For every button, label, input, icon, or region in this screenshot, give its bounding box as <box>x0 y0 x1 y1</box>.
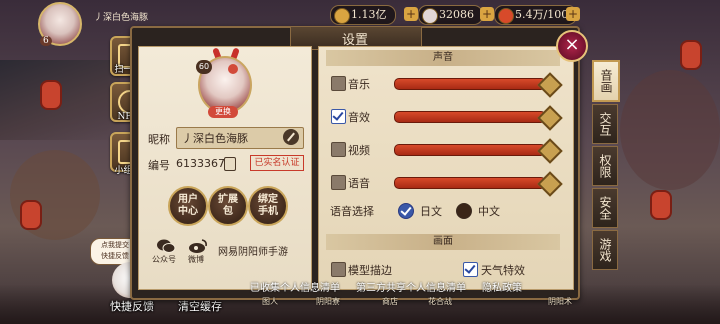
tab-security-label: 安全 <box>598 196 612 220</box>
nav-item[interactable]: 阴阳术 <box>548 296 572 307</box>
verified-badge: 已实名认证 <box>250 155 304 171</box>
voice-japanese-label: 日文 <box>420 205 442 218</box>
nav-item[interactable]: 花合战 <box>428 296 452 307</box>
top-status-bar: 6 丿深白色海豚 1.13亿 + 32086 + 5.4万/100 + <box>0 0 720 46</box>
tab-permissions-label: 权限 <box>598 154 612 178</box>
sfx-checkbox[interactable] <box>331 109 346 124</box>
lantern-icon <box>40 80 62 110</box>
tab-game-label: 游戏 <box>598 238 612 262</box>
bind-phone-button[interactable]: 绑定 手机 <box>248 186 288 226</box>
music-slider[interactable] <box>394 78 546 90</box>
tab-interaction-label: 交互 <box>598 112 612 136</box>
voice-chinese-label: 中文 <box>478 205 500 218</box>
change-avatar-button[interactable]: 更换 <box>208 106 238 118</box>
tab-security[interactable]: 安全 <box>592 188 618 228</box>
picture-section-header: 画面 <box>326 234 560 250</box>
coin-icon <box>498 8 514 24</box>
voice-chinese-radio[interactable] <box>456 203 472 219</box>
sfx-label: 音效 <box>348 111 370 124</box>
tab-interaction[interactable]: 交互 <box>592 104 618 144</box>
model-outline-label: 模型描边 <box>348 264 392 277</box>
jade-icon <box>422 8 438 24</box>
voice-label: 语音 <box>348 177 370 190</box>
edit-nickname-icon[interactable] <box>283 129 299 145</box>
id-value: 6133367 <box>176 157 225 170</box>
jade-counter: 32086 <box>418 5 483 25</box>
wechat-icon[interactable] <box>156 238 176 254</box>
netease-link[interactable]: 网易阴阳师手游 <box>218 243 288 258</box>
copy-id-icon[interactable] <box>224 157 236 171</box>
voice-select-label: 语音选择 <box>330 205 374 218</box>
feedback-label[interactable]: 快捷反馈 <box>110 298 154 314</box>
video-checkbox[interactable] <box>331 142 346 157</box>
nav-item[interactable]: 商店 <box>382 296 398 307</box>
player-level: 6 <box>40 36 52 46</box>
stamina-add-button[interactable]: + <box>404 7 418 21</box>
privacy-policy-link[interactable]: 隐私政策 <box>482 279 522 294</box>
weibo-icon[interactable] <box>188 238 208 254</box>
weather-effect-checkbox[interactable] <box>463 262 478 277</box>
user-center-button[interactable]: 用户 中心 <box>168 186 208 226</box>
weather-effect-label: 天气特效 <box>481 264 525 277</box>
lantern-icon <box>20 200 42 230</box>
stamina-icon <box>334 8 350 24</box>
lantern-icon <box>680 40 702 70</box>
tab-audio-visual-label: 音画 <box>599 69 613 93</box>
bind-phone-label: 绑定 手机 <box>258 194 278 217</box>
expansion-pack-label: 扩展包 <box>218 194 238 217</box>
stamina-value: 1.13亿 <box>351 8 387 21</box>
coin-counter: 5.4万/100 <box>494 5 578 25</box>
expansion-pack-button[interactable]: 扩展包 <box>208 186 248 226</box>
gender-icon <box>228 64 238 74</box>
wechat-label: 公众号 <box>152 255 176 264</box>
nav-item[interactable]: 阴阳寮 <box>316 296 340 307</box>
nickname-label: 昵称 <box>148 133 170 146</box>
coin-value: 5.4万/100 <box>515 8 569 21</box>
third-party-list-link[interactable]: 第三方共享个人信息清单 <box>356 279 466 294</box>
id-label: 编号 <box>148 159 170 172</box>
video-label: 视频 <box>348 144 370 157</box>
jade-add-button[interactable]: + <box>480 7 494 21</box>
voice-slider[interactable] <box>394 177 546 189</box>
music-label: 音乐 <box>348 78 370 91</box>
coin-add-button[interactable]: + <box>566 7 580 21</box>
player-name: 丿深白色海豚 <box>94 13 149 23</box>
close-button[interactable]: × <box>556 30 588 62</box>
jade-value: 32086 <box>439 8 474 21</box>
clear-cache-label[interactable]: 清空缓存 <box>178 298 222 314</box>
tab-game[interactable]: 游戏 <box>592 230 618 270</box>
sound-section-header: 声音 <box>326 50 560 66</box>
nickname-value: 丿深白色海豚 <box>182 132 248 145</box>
nav-item[interactable]: 图人 <box>262 296 278 307</box>
sfx-slider[interactable] <box>394 111 546 123</box>
voice-japanese-radio[interactable] <box>398 203 414 219</box>
profile-level: 60 <box>196 60 212 74</box>
model-outline-checkbox[interactable] <box>331 262 346 277</box>
voice-checkbox[interactable] <box>331 175 346 190</box>
personal-info-list-link[interactable]: 已收集个人信息清单 <box>250 279 340 294</box>
weibo-label: 微博 <box>188 255 204 264</box>
tab-permissions[interactable]: 权限 <box>592 146 618 186</box>
music-checkbox[interactable] <box>331 76 346 91</box>
user-center-label: 用户 中心 <box>178 194 198 217</box>
background-blob <box>620 70 720 190</box>
stamina-counter: 1.13亿 <box>330 5 396 25</box>
video-slider[interactable] <box>394 144 546 156</box>
lantern-icon <box>650 190 672 220</box>
tab-audio-visual[interactable]: 音画 <box>592 60 620 102</box>
